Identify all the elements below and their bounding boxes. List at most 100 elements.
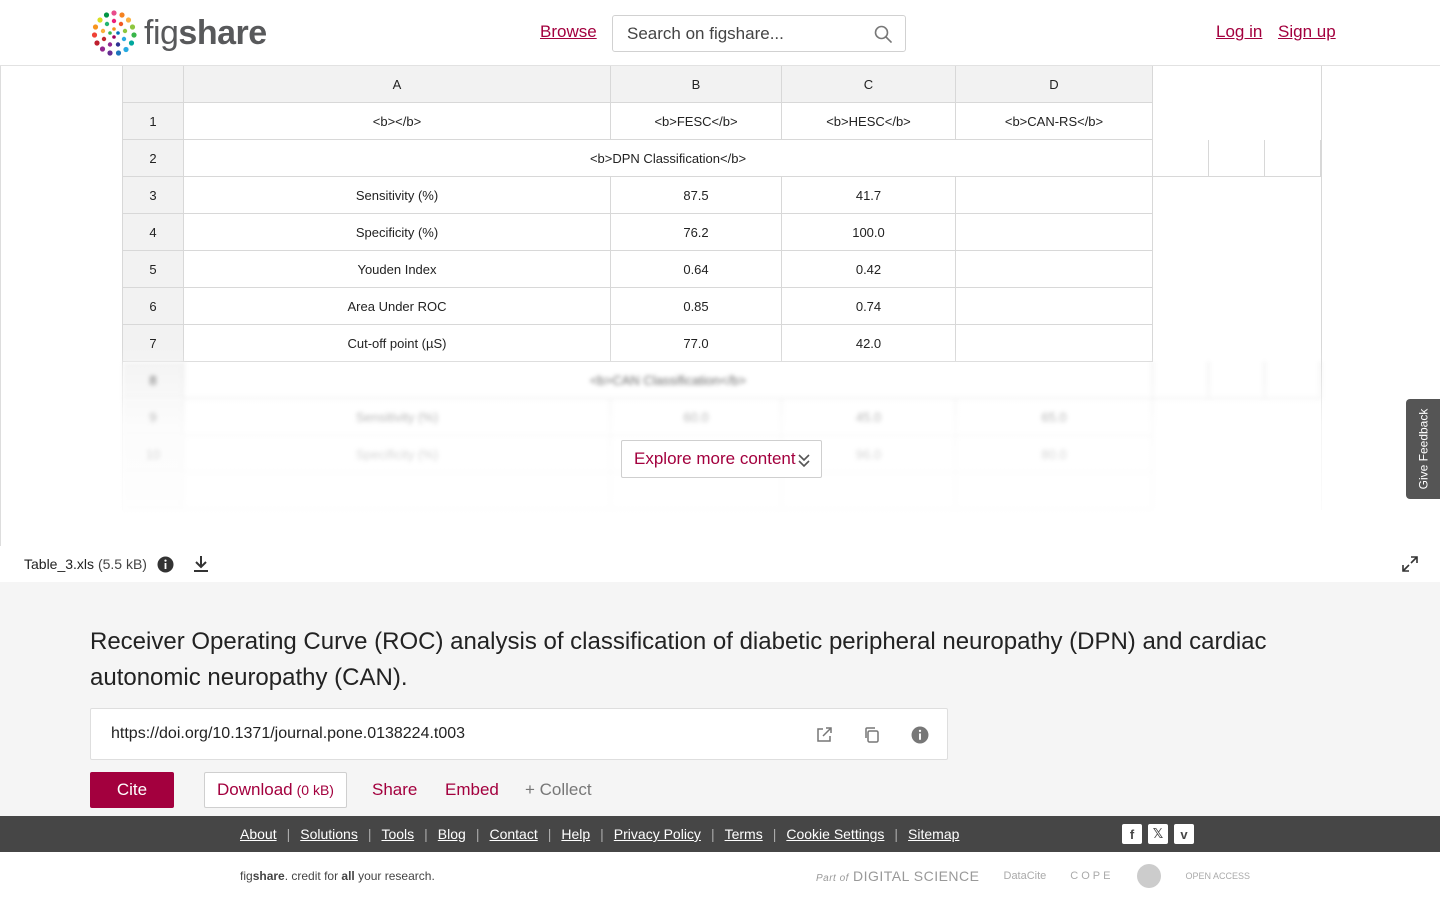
signup-link[interactable]: Sign up [1278, 22, 1336, 42]
table-cell: 0.42 [782, 251, 956, 288]
table-row [123, 473, 1321, 510]
fullscreen-expand-icon[interactable] [1401, 555, 1419, 573]
search-icon[interactable] [873, 24, 893, 44]
table-cell [611, 473, 782, 510]
file-name-group: Table_3.xls (5.5 kB) [24, 556, 147, 572]
browse-link[interactable]: Browse [540, 22, 597, 42]
login-link[interactable]: Log in [1216, 22, 1262, 42]
tagline-end: your research. [354, 869, 435, 883]
table-row: 8 <b>CAN Classification</b> [123, 362, 1321, 399]
share-link[interactable]: Share [372, 780, 417, 800]
empty-area [1153, 66, 1321, 103]
info-icon[interactable] [157, 556, 174, 573]
brand-wordmark: figshare [144, 16, 267, 50]
footer-link-sitemap[interactable]: Sitemap [908, 826, 959, 842]
table-cell: Sensitivity (%) [184, 399, 611, 436]
download-button[interactable]: Download (0 kB) [204, 772, 347, 808]
file-bar: Table_3.xls (5.5 kB) [0, 546, 1440, 582]
download-icon[interactable] [192, 555, 210, 573]
seal-logo-icon[interactable] [1137, 864, 1162, 888]
x-twitter-icon[interactable]: 𝕏 [1148, 824, 1168, 844]
figshare-logo[interactable]: figshare [89, 8, 267, 58]
table-cell [956, 288, 1153, 325]
copy-icon[interactable] [863, 726, 881, 744]
tagline-mid: . credit for [284, 869, 342, 883]
footer-link-contact[interactable]: Contact [489, 826, 537, 842]
corner-cell [123, 66, 184, 103]
table-cell: 41.7 [782, 177, 956, 214]
table-cell [782, 473, 956, 510]
row-number: 5 [123, 251, 184, 288]
table-cell [1265, 140, 1321, 177]
info-icon[interactable] [911, 726, 929, 744]
give-feedback-tab[interactable]: Give Feedback [1406, 399, 1440, 499]
download-size: (0 kB) [296, 782, 334, 798]
brand-fig: fig [144, 14, 179, 52]
footer-link-terms[interactable]: Terms [725, 826, 763, 842]
separator: | [600, 826, 604, 842]
table-cell: 100.0 [782, 214, 956, 251]
separator: | [710, 826, 715, 842]
doi-box: https://doi.org/10.1371/journal.pone.013… [90, 708, 948, 760]
separator: | [475, 826, 480, 842]
table-cell: 0.74 [782, 288, 956, 325]
table-cell: <b></b> [184, 103, 611, 140]
file-preview-viewer: A B C D 1 <b></b> <b>FESC</b> <b>HESC</b… [0, 66, 1440, 546]
separator: | [772, 826, 777, 842]
partner-logos: Part of DIGITAL SCIENCE DataCite COPE OPE… [816, 864, 1250, 888]
column-header: D [956, 66, 1153, 103]
cite-button[interactable]: Cite [90, 772, 174, 808]
table-cell: 0.64 [611, 251, 782, 288]
column-header: B [611, 66, 782, 103]
facebook-icon[interactable]: f [1122, 824, 1142, 844]
site-header: figshare Browse Log in Sign up [0, 0, 1440, 66]
digital-science-label: DIGITAL SCIENCE [852, 868, 980, 884]
separator: | [424, 826, 428, 842]
footer-link-cookie-settings[interactable]: Cookie Settings [786, 826, 884, 842]
file-name: Table_3.xls [24, 556, 95, 572]
footer-link-privacy-policy[interactable]: Privacy Policy [614, 826, 701, 842]
cope-logo[interactable]: COPE [1070, 870, 1113, 882]
table-row: 5 Youden Index 0.64 0.42 [123, 251, 1321, 288]
external-link-icon[interactable] [815, 726, 833, 744]
table-cell: 87.5 [611, 177, 782, 214]
merged-cell: <b>DPN Classification</b> [184, 140, 1153, 177]
datacite-logo[interactable]: DataCite [1004, 870, 1047, 882]
collect-link[interactable]: + Collect [525, 780, 592, 800]
footer-link-tools[interactable]: Tools [381, 826, 414, 842]
row-number: 6 [123, 288, 184, 325]
footer-link-about[interactable]: About [240, 826, 277, 842]
search-input[interactable] [613, 16, 853, 51]
file-size: (5.5 kB) [97, 556, 147, 572]
table-row: 3 Sensitivity (%) 87.5 41.7 [123, 177, 1321, 214]
footer-link-solutions[interactable]: Solutions [300, 826, 358, 842]
table-cell [1265, 362, 1321, 399]
table-cell [1153, 362, 1209, 399]
table-cell [956, 214, 1153, 251]
embed-link[interactable]: Embed [445, 780, 499, 800]
table-cell: <b>CAN-RS</b> [956, 103, 1153, 140]
table-cell: 80.0 [956, 436, 1153, 473]
article-actions: Cite Download (0 kB) Share Embed + Colle… [90, 772, 690, 808]
row-number: 1 [123, 103, 184, 140]
table-cell [1209, 362, 1265, 399]
vimeo-icon[interactable]: v [1174, 824, 1194, 844]
table-cell: 60.0 [611, 399, 782, 436]
digital-science-logo[interactable]: Part of DIGITAL SCIENCE [816, 868, 980, 884]
explore-more-button[interactable]: Explore more content [621, 440, 822, 478]
footer-link-help[interactable]: Help [561, 826, 590, 842]
merged-cell: <b>CAN Classification</b> [184, 362, 1153, 399]
footer-tagline: figshare. credit for all your research. [240, 869, 435, 883]
footer-bottom: figshare. credit for all your research. … [0, 852, 1440, 900]
footer-nav: About | Solutions | Tools | Blog | Contact | … [0, 816, 1440, 852]
footer-link-blog[interactable]: Blog [438, 826, 466, 842]
row-number: 4 [123, 214, 184, 251]
separator: | [367, 826, 372, 842]
table-row: 9 Sensitivity (%) 60.0 45.0 65.0 [123, 399, 1321, 436]
table-cell: Specificity (%) [184, 436, 611, 473]
open-access-logo[interactable]: OPEN ACCESS [1185, 871, 1250, 881]
separator: | [286, 826, 291, 842]
doi-link[interactable]: https://doi.org/10.1371/journal.pone.013… [111, 725, 465, 743]
row-number: 7 [123, 325, 184, 362]
table-row: 2 <b>DPN Classification</b> [123, 140, 1321, 177]
